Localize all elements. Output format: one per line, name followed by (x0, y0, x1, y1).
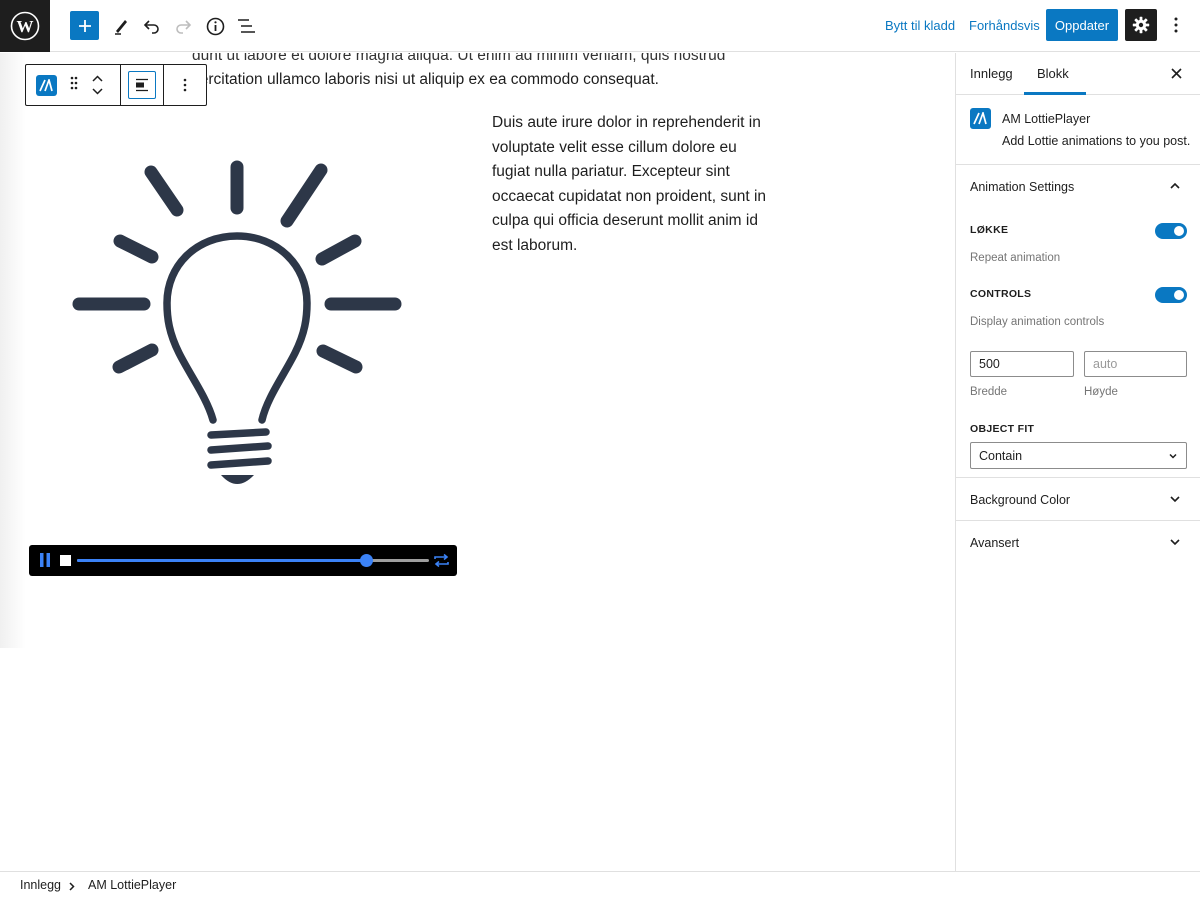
width-input[interactable] (970, 351, 1074, 377)
chevron-down-icon (1170, 496, 1180, 503)
loop-label: LØKKE (970, 224, 1009, 236)
block-card: AM LottiePlayer Add Lottie animations to… (956, 95, 1200, 165)
undo-icon (143, 20, 159, 34)
move-buttons (92, 75, 103, 95)
wordpress-logo-button[interactable]: W (0, 0, 50, 52)
align-button[interactable] (128, 71, 156, 99)
sidebar-tabs: Innlegg Blokk (956, 53, 1200, 95)
width-label: Bredde (970, 386, 1008, 398)
loop-help: Repeat animation (970, 252, 1061, 264)
paragraph-clipped-line: dunt ut labore et dolore magna aliqua. U… (192, 53, 726, 64)
height-label: Høyde (1084, 386, 1118, 398)
redo-button[interactable] (167, 10, 199, 42)
breadcrumb-item-post[interactable]: Innlegg (20, 878, 61, 892)
chevron-down-icon[interactable] (92, 88, 103, 95)
list-view-button[interactable] (230, 10, 262, 42)
chevron-up-icon[interactable] (92, 75, 103, 82)
more-vertical-icon (1174, 17, 1178, 33)
height-input[interactable] (1084, 351, 1187, 377)
drag-handle[interactable] (70, 76, 78, 95)
pause-icon[interactable] (39, 553, 51, 567)
more-vertical-icon (183, 78, 187, 92)
pencil-icon (115, 20, 127, 35)
gear-icon (1132, 16, 1150, 34)
block-toolbar (25, 64, 207, 106)
block-options-button[interactable] (164, 65, 206, 105)
close-sidebar-button[interactable] (1166, 63, 1186, 83)
add-block-button[interactable] (70, 11, 99, 40)
seek-bar-handle[interactable] (359, 554, 373, 567)
controls-help: Display animation controls (970, 316, 1105, 328)
align-group (121, 65, 163, 105)
breadcrumb: Innlegg AM LottiePlayer (0, 871, 1200, 900)
paragraph-block[interactable]: dunt ut labore et dolore magna aliqua. U… (192, 53, 792, 92)
options-button[interactable] (1166, 9, 1186, 41)
block-description: Add Lottie animations to you post. (1002, 134, 1191, 148)
list-view-icon (237, 19, 255, 33)
tools-button[interactable] (105, 10, 137, 42)
tab-post[interactable]: Innlegg (970, 66, 1013, 81)
align-left-icon (136, 78, 148, 92)
panel-title: Avansert (970, 536, 1020, 550)
advanced-panel[interactable]: Avansert (956, 521, 1200, 564)
block-title: AM LottiePlayer (1002, 112, 1091, 126)
paragraph-block-right[interactable]: Duis aute irure dolor in reprehenderit i… (492, 111, 772, 258)
preview-button[interactable]: Forhåndsvis (969, 18, 1040, 33)
background-color-panel[interactable]: Background Color (956, 478, 1200, 521)
editor-canvas[interactable]: dunt ut labore et dolore magna aliqua. U… (0, 53, 955, 871)
chevron-down-icon (1169, 453, 1177, 459)
stop-icon[interactable] (60, 555, 71, 566)
chevron-right-icon (69, 882, 75, 891)
drag-handle-icon (70, 76, 78, 89)
seek-bar[interactable] (77, 554, 429, 567)
plus-icon (78, 19, 91, 32)
chevron-up-icon (1170, 182, 1180, 189)
paragraph-text: xercitation ullamco laboris nisi ut aliq… (192, 71, 659, 88)
panel-title: Background Color (970, 493, 1071, 507)
settings-button[interactable] (1125, 9, 1157, 41)
lightbulb-animation (72, 160, 402, 484)
animation-settings-panel: Animation Settings LØKKE Repeat animatio… (956, 165, 1200, 478)
details-button[interactable] (199, 10, 231, 42)
lottie-block-icon (970, 108, 991, 129)
breadcrumb-item-block[interactable]: AM LottiePlayer (88, 878, 176, 892)
lottie-player-controls (29, 545, 457, 576)
switch-to-draft-button[interactable]: Bytt til kladd (885, 18, 955, 33)
seek-bar-progress (77, 559, 366, 562)
close-icon (1170, 67, 1182, 79)
tab-block[interactable]: Blokk (1037, 66, 1069, 81)
block-toolbar-group (26, 65, 120, 105)
controls-toggle[interactable] (1155, 287, 1187, 303)
info-icon (206, 17, 224, 35)
editor-top-bar: W Bytt til kladd Forhåndsvis Oppdater (0, 0, 1200, 52)
update-button[interactable]: Oppdater (1046, 9, 1118, 41)
controls-label: CONTROLS (970, 288, 1032, 300)
undo-button[interactable] (136, 10, 168, 42)
svg-text:W: W (17, 17, 34, 36)
block-type-button[interactable] (36, 74, 57, 96)
redo-icon (176, 20, 192, 34)
canvas-edge (0, 53, 26, 648)
object-fit-select[interactable]: Contain (970, 442, 1187, 469)
settings-sidebar: Innlegg Blokk AM LottiePlayer Add Lottie… (955, 53, 1200, 871)
loop-icon[interactable] (433, 552, 450, 569)
lottie-block-icon (39, 78, 53, 91)
wordpress-icon: W (10, 11, 40, 41)
chevron-down-icon (1170, 539, 1180, 546)
object-fit-label: OBJECT FIT (970, 423, 1035, 435)
loop-toggle[interactable] (1155, 223, 1187, 239)
animation-settings-toggle[interactable]: Animation Settings (956, 165, 1200, 207)
object-fit-value: Contain (979, 449, 1023, 463)
panel-title: Animation Settings (970, 180, 1075, 194)
